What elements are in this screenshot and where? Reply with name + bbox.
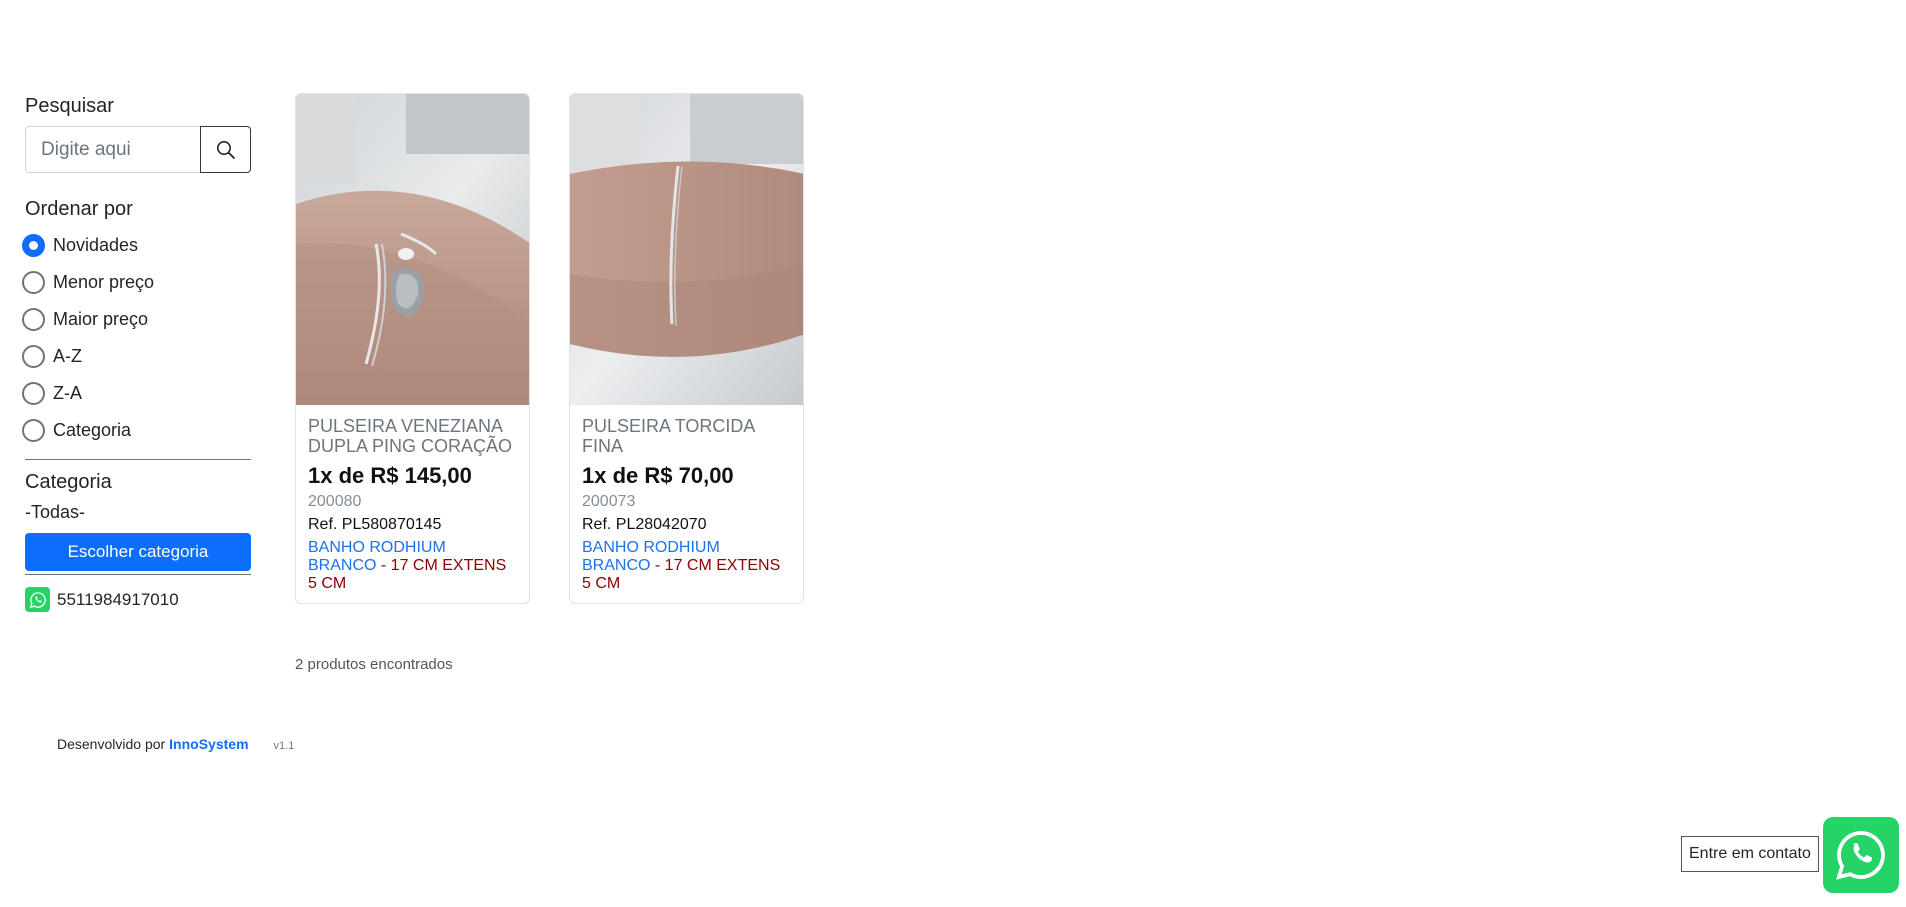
product-name[interactable]: PULSEIRA TORCIDA FINA <box>582 416 791 456</box>
radio-button[interactable] <box>22 271 45 294</box>
search-icon <box>216 140 235 159</box>
order-options: Novidades Menor preço Maior preço A-Z Z-… <box>22 227 251 449</box>
radio-button[interactable] <box>22 419 45 442</box>
order-option-maior-preco[interactable]: Maior preço <box>22 301 251 338</box>
product-code: 200080 <box>308 493 362 510</box>
search-button[interactable] <box>200 126 251 173</box>
whatsapp-icon <box>25 587 50 612</box>
order-option-label: Z-A <box>53 383 82 403</box>
product-tags: BANHO RODHIUM BRANCO - 17 CM EXTENS 5 CM <box>582 539 791 593</box>
product-info: PULSEIRA TORCIDA FINA 1x de R$ 70,00 200… <box>570 405 803 603</box>
order-option-label: Maior preço <box>53 309 149 329</box>
order-option-label: Menor preço <box>53 272 155 292</box>
choose-category-button[interactable]: Escolher categoria <box>25 533 251 571</box>
search-title: Pesquisar <box>25 95 114 117</box>
developed-by-text: Desenvolvido por <box>57 736 166 752</box>
product-ref: Ref. PL28042070 <box>582 516 707 533</box>
whatsapp-contact[interactable]: 5511984917010 <box>25 587 251 612</box>
footer: Desenvolvido por InnoSystem v1.1 <box>57 736 294 752</box>
order-option-novidades[interactable]: Novidades <box>22 227 251 264</box>
product-card[interactable]: PULSEIRA TORCIDA FINA 1x de R$ 70,00 200… <box>569 93 804 604</box>
phone-number: 5511984917010 <box>57 589 179 609</box>
order-option-a-z[interactable]: A-Z <box>22 338 251 375</box>
order-option-z-a[interactable]: Z-A <box>22 375 251 412</box>
product-price: 1x de R$ 145,00 <box>308 463 472 488</box>
order-option-label: Categoria <box>53 420 132 440</box>
divider <box>25 574 251 575</box>
order-title: Ordenar por <box>25 198 133 220</box>
order-option-label: A-Z <box>53 346 82 366</box>
order-option-categoria[interactable]: Categoria <box>22 412 251 449</box>
radio-button[interactable] <box>22 308 45 331</box>
order-option-label: Novidades <box>53 235 139 255</box>
order-option-menor-preco[interactable]: Menor preço <box>22 264 251 301</box>
product-grid: PULSEIRA VENEZIANA DUPLA PING CORAÇÃO 1x… <box>295 93 804 604</box>
product-image[interactable] <box>570 94 804 405</box>
product-info: PULSEIRA VENEZIANA DUPLA PING CORAÇÃO 1x… <box>296 405 529 603</box>
whatsapp-icon <box>1836 831 1885 880</box>
product-tags: BANHO RODHIUM BRANCO - 17 CM EXTENS 5 CM <box>308 539 517 593</box>
search-input[interactable] <box>25 126 200 173</box>
radio-button[interactable] <box>22 345 45 368</box>
version-label: v1.1 <box>273 740 295 752</box>
divider <box>25 459 251 460</box>
sidebar: Pesquisar Ordenar por Novidades Menor pr… <box>22 92 251 612</box>
product-ref: Ref. PL580870145 <box>308 516 442 533</box>
developer-link[interactable]: InnoSystem <box>169 736 248 752</box>
category-title: Categoria <box>25 471 112 493</box>
radio-button[interactable] <box>22 382 45 405</box>
contact-button[interactable]: Entre em contato <box>1681 836 1819 872</box>
radio-button[interactable] <box>22 234 45 257</box>
whatsapp-float-button[interactable] <box>1823 817 1899 893</box>
product-image[interactable] <box>296 94 530 405</box>
product-price: 1x de R$ 70,00 <box>582 463 734 488</box>
results-count: 2 produtos encontrados <box>295 656 453 673</box>
category-value: -Todas- <box>25 502 86 522</box>
product-name[interactable]: PULSEIRA VENEZIANA DUPLA PING CORAÇÃO <box>308 416 517 456</box>
product-card[interactable]: PULSEIRA VENEZIANA DUPLA PING CORAÇÃO 1x… <box>295 93 530 604</box>
product-code: 200073 <box>582 493 636 510</box>
search-group <box>25 126 251 173</box>
